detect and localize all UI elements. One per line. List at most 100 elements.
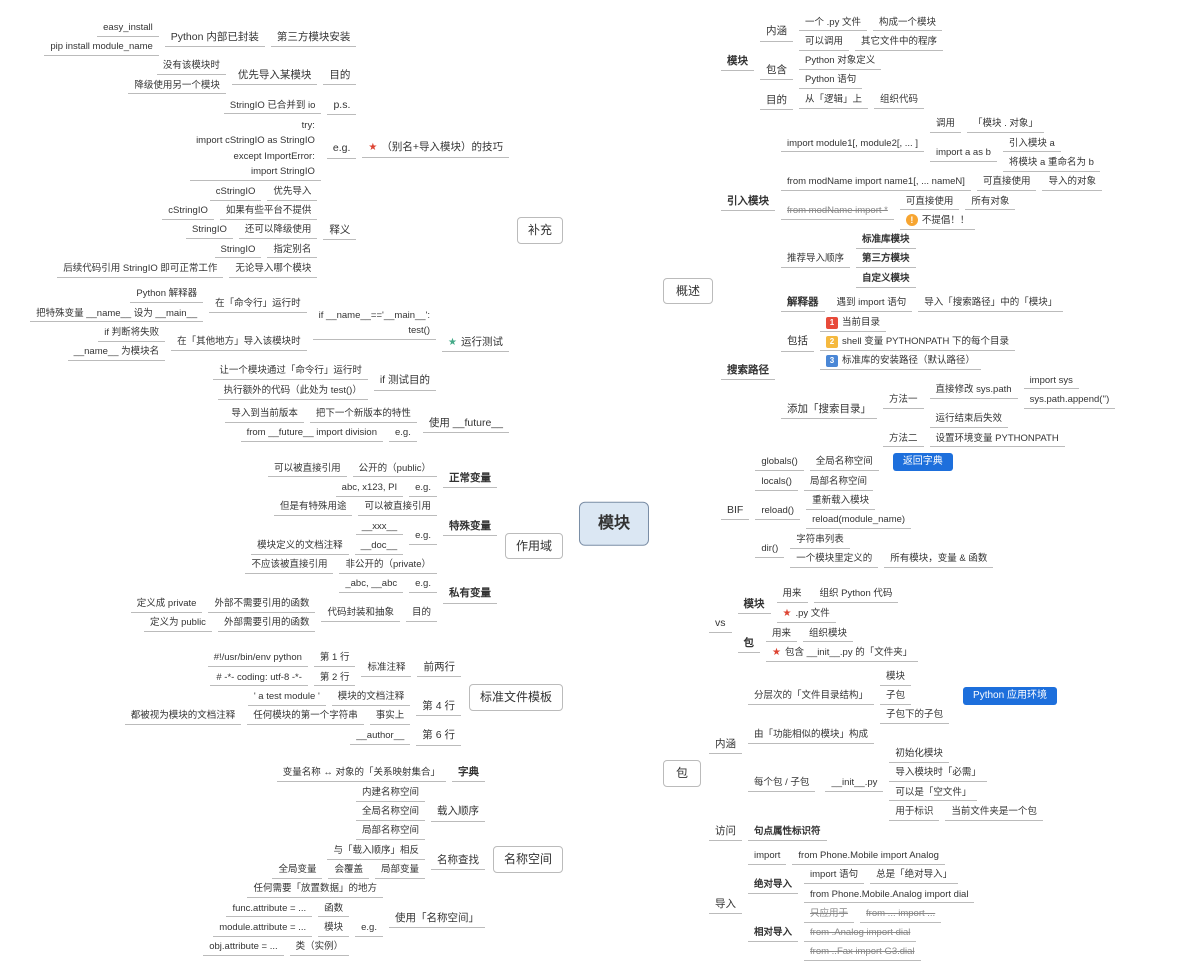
leaf: import StringIO	[251, 165, 315, 178]
leaf: StringIO 已合并到 io	[224, 97, 322, 114]
branch-scope: 作用域 正常变量 公开的（public）可以被直接引用 e.g.abc, x12…	[131, 460, 563, 632]
leaf: 用于标识	[889, 803, 939, 820]
node: 导入	[709, 895, 742, 914]
leaf: func.attribute = ...	[226, 900, 312, 917]
leaf: Python 对象定义	[799, 53, 881, 70]
pill-return-dict: 返回字典	[893, 453, 953, 471]
leaf: 后续代码引用 StringIO 即可正常工作	[57, 260, 223, 277]
leaf: Python 语句	[799, 72, 862, 89]
leaf: 在「其他地方」导入该模块时	[171, 334, 307, 351]
leaf: 函数	[318, 900, 349, 917]
leaf: 导入的对象	[1042, 174, 1102, 191]
leaf: 全局名称空间	[356, 804, 425, 821]
leaf: 但是有特殊用途	[274, 499, 353, 516]
leaf: 绝对导入	[748, 876, 798, 893]
leaf: 引入模块 a	[1003, 135, 1061, 152]
leaf: 子包	[880, 688, 911, 705]
leaf: 如果有些平台不提供	[220, 203, 318, 220]
leaf: module.attribute = ...	[213, 919, 312, 936]
center-topic: 模块	[579, 502, 649, 546]
leaf: 内涵	[760, 23, 793, 42]
leaf: except ImportError:	[234, 150, 315, 163]
branch-title: 包	[663, 760, 701, 787]
leaf: 用来	[777, 586, 808, 603]
leaf: obj.attribute = ...	[203, 939, 283, 956]
leaf: __author__	[350, 728, 410, 745]
leaf: 把特殊变量 __name__ 设为 __main__	[30, 305, 203, 322]
leaf: 非公开的（private）	[339, 557, 437, 574]
leaf: import sys	[1024, 372, 1079, 389]
leaf: import module1[, module2[, ... ]	[781, 135, 924, 152]
branch-overview: 概述 模块 内涵 一个 .py 文件构成一个模块 可以调用其它文件中的程序	[663, 14, 1115, 568]
leaf: from .Analog import dial	[804, 925, 916, 942]
leaf: 局部名称空间	[356, 823, 425, 840]
node: vs	[709, 615, 732, 634]
branch-title: 名称空间	[493, 846, 563, 873]
node: 释义	[323, 221, 356, 240]
leaf: 还可以降级使用	[239, 222, 318, 239]
leaf: from __future__ import division	[241, 425, 383, 442]
leaf: 可直接使用	[900, 193, 960, 210]
leaf: 任何需要「放置数据」的地方	[247, 881, 383, 898]
node: 前两行	[417, 659, 461, 678]
leaf: Python 解释器	[130, 286, 203, 303]
leaf: 包含	[760, 62, 793, 81]
leaf: 第三方模块	[856, 251, 916, 268]
leaf: if __name__=='__main__':	[319, 309, 430, 322]
leaf: __doc__	[355, 537, 403, 554]
node: 优先导入某模块	[232, 67, 318, 86]
leaf: 可以调用	[799, 33, 849, 50]
leaf: 3标准库的安装路径（默认路径）	[820, 353, 981, 370]
leaf: _abc, __abc	[339, 576, 403, 593]
leaf: 标准库模块	[856, 232, 916, 249]
leaf: 所有对象	[965, 193, 1015, 210]
leaf: 标准注释	[361, 659, 411, 676]
node: if 测试目的	[374, 372, 436, 391]
branch-namespace: 名称空间 字典 变量名称 ↔ 对象的「关系映射集合」 载入顺序 内建名称空间 全…	[203, 764, 563, 956]
leaf: dir()	[755, 541, 784, 558]
leaf: sys.path.append('')	[1024, 391, 1116, 408]
mindmap-canvas: 模块 补充 （别名+导入模块）的技巧 第三方模块安装 Python 内部已封装	[8, 14, 1173, 961]
leaf: 可直接使用	[977, 174, 1037, 191]
leaf: 把下一个新版本的特性	[310, 406, 417, 423]
left-branches: 补充 （别名+导入模块）的技巧 第三方模块安装 Python 内部已封装 eas…	[8, 19, 563, 956]
leaf: from ..Fax import G3.dial	[804, 944, 921, 961]
leaf: 字符串列表	[790, 531, 850, 548]
leaf: e.g.	[389, 425, 417, 442]
leaf: 初始化模块	[889, 746, 949, 763]
leaf: 目的	[760, 91, 793, 110]
leaf: StringIO	[186, 222, 233, 239]
leaf: StringIO	[215, 241, 262, 258]
leaf: 一个 .py 文件	[799, 14, 867, 31]
leaf: 公开的（public）	[353, 460, 437, 477]
leaf: globals()	[755, 454, 803, 471]
leaf: 组织模块	[803, 625, 853, 642]
leaf: 所有模块，变量 & 函数	[884, 551, 993, 568]
leaf: 没有该模块时	[157, 58, 226, 75]
leaf: 解释器	[781, 294, 825, 313]
leaf: __init__.py	[825, 775, 883, 792]
node: 模块	[721, 53, 754, 72]
leaf: 遇到 import 语句	[831, 294, 913, 311]
leaf: 总是「绝对导入」	[870, 867, 958, 884]
branch-package: 包 vs 模块 用来组织 Python 代码 .py 文件 包	[663, 586, 1057, 961]
leaf: 降级使用另一个模块	[128, 77, 226, 94]
leaf: 局部变量	[375, 862, 425, 879]
leaf: easy_install	[97, 19, 159, 36]
leaf: 相对导入	[748, 925, 798, 942]
leaf: 可以被直接引用	[358, 499, 437, 516]
leaf: 方法一	[883, 391, 924, 408]
leaf: 设置环境变量 PYTHONPATH	[930, 430, 1065, 447]
leaf: 外部不需要引用的函数	[208, 595, 315, 612]
node: 第 4 行	[416, 697, 461, 716]
node: p.s.	[327, 96, 356, 115]
leaf: 定义为 public	[144, 615, 212, 632]
leaf: e.g.	[409, 528, 437, 545]
leaf: 模块	[880, 668, 911, 685]
leaf: 分层次的「文件目录结构」	[748, 688, 874, 705]
branch-title: 标准文件模板	[469, 684, 563, 711]
leaf: #!/usr/bin/env python	[208, 650, 308, 667]
node: 载入顺序	[431, 803, 485, 822]
leaf: import 语句	[804, 867, 864, 884]
leaf: 不应该被直接引用	[245, 557, 333, 574]
